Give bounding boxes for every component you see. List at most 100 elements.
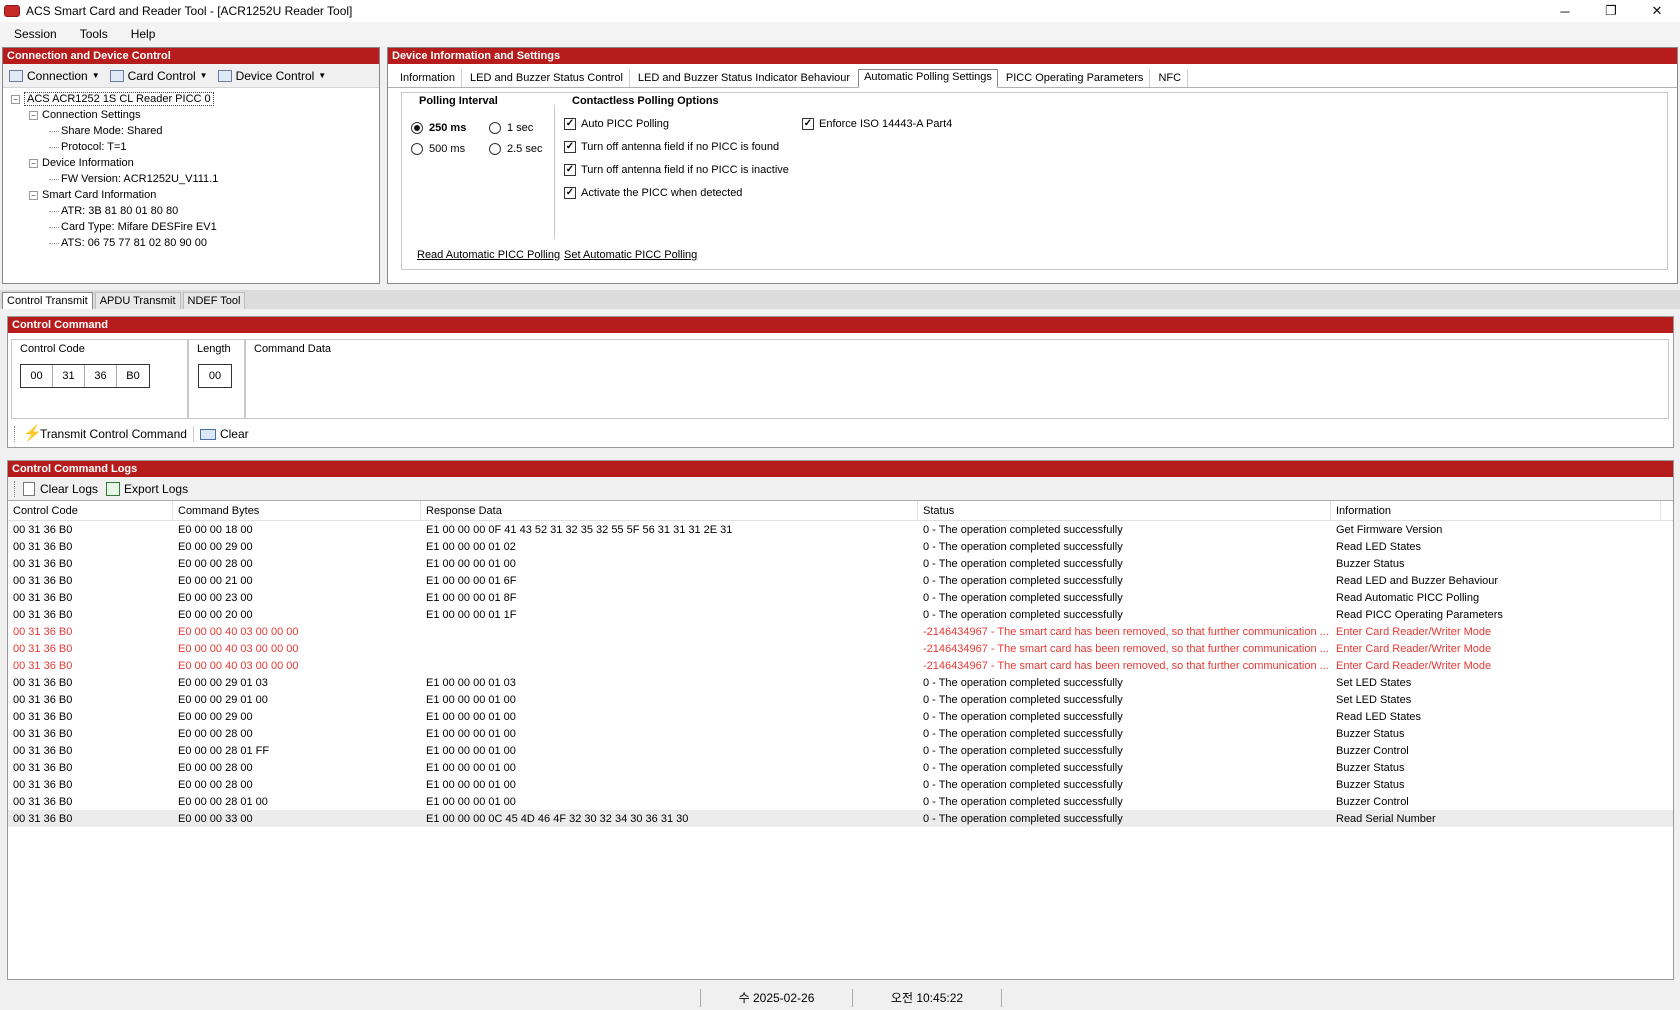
command-bytes-cell: E0 00 00 18 00 (178, 523, 253, 536)
tab-apdu-transmit[interactable]: APDU Transmit (94, 292, 181, 309)
column-header[interactable]: Status (918, 500, 1331, 521)
tab-control-transmit[interactable]: Control Transmit (2, 292, 93, 309)
table-row[interactable]: 00 31 36 B0 E0 00 00 33 00 E1 00 00 00 0C … (8, 810, 1673, 827)
checkbox-label: Enforce ISO 14443-A Part4 (819, 118, 953, 130)
tree-node-atr[interactable]: ATR: 3B 81 80 01 80 80 (11, 203, 379, 219)
tab-ndef-tool[interactable]: NDEF Tool (182, 292, 246, 309)
control-command-header: Control Command (8, 317, 1673, 333)
close-button[interactable]: ✕ (1634, 0, 1680, 22)
column-header[interactable]: Information (1331, 500, 1661, 521)
tree-node-connection-settings[interactable]: − Connection Settings (11, 107, 379, 123)
control-code-input[interactable]: 00 31 36 B0 (20, 364, 150, 388)
control-code-byte-3[interactable]: 36 (85, 365, 117, 387)
tree-label: Share Mode: Shared (61, 125, 163, 137)
column-header[interactable]: Response Data (421, 500, 918, 521)
table-row[interactable]: 00 31 36 B0 E0 00 00 40 03 00 00 00 -21464… (8, 623, 1673, 640)
tree-node-reader[interactable]: − ACS ACR1252 1S CL Reader PICC 0 (11, 91, 379, 107)
collapse-icon[interactable]: − (29, 158, 38, 168)
transmit-control-command-button[interactable]: Transmit Control Command (40, 427, 187, 441)
table-row[interactable]: 00 31 36 B0 E0 00 00 28 01 00 E1 00 00 00 … (8, 793, 1673, 810)
column-header[interactable]: Control Code (8, 500, 173, 521)
table-row[interactable]: 00 31 36 B0 E0 00 00 28 00 E1 00 00 00 01 … (8, 759, 1673, 776)
radio-2-5sec[interactable]: 2.5 sec (489, 143, 542, 155)
tab-information[interactable]: Information (393, 69, 463, 87)
tree-node-device-information[interactable]: − Device Information (11, 155, 379, 171)
checkbox-activate-picc[interactable]: ✓ Activate the PICC when detected (564, 187, 742, 199)
information-cell: Set LED States (1336, 693, 1412, 706)
clear-button[interactable]: Clear (220, 427, 249, 441)
checkbox-antenna-no-picc-found[interactable]: ✓ Turn off antenna field if no PICC is f… (564, 141, 779, 153)
control-code-byte-4[interactable]: B0 (117, 365, 149, 387)
collapse-icon[interactable]: − (11, 94, 20, 104)
collapse-icon[interactable]: − (29, 110, 38, 120)
table-row[interactable]: 00 31 36 B0 E0 00 00 29 01 03 E1 00 00 00 … (8, 674, 1673, 691)
read-automatic-picc-polling-link[interactable]: Read Automatic PICC Polling (417, 249, 560, 261)
table-row[interactable]: 00 31 36 B0 E0 00 00 20 00 E1 00 00 00 01 … (8, 606, 1673, 623)
menu-session[interactable]: Session (5, 27, 66, 41)
checkbox-auto-picc-polling[interactable]: ✓ Auto PICC Polling (564, 118, 669, 130)
logs-table: Control Code Command Bytes Response Data… (8, 500, 1673, 827)
export-logs-button[interactable]: Export Logs (124, 482, 188, 496)
tab-nfc[interactable]: NFC (1151, 69, 1189, 87)
radio-label: 500 ms (429, 143, 466, 155)
status-cell: 0 - The operation completed successfully (923, 744, 1123, 757)
device-settings-panel: Device Information and Settings Informat… (387, 47, 1678, 284)
tree-node-card-type[interactable]: Card Type: Mifare DESFire EV1 (11, 219, 379, 235)
table-row[interactable]: 00 31 36 B0 E0 00 00 40 03 00 00 00 -21464… (8, 640, 1673, 657)
control-code-cell: 00 31 36 B0 (13, 557, 73, 570)
length-group: Length 00 (188, 339, 245, 419)
table-row[interactable]: 00 31 36 B0 E0 00 00 28 00 E1 00 00 00 01 … (8, 555, 1673, 572)
tab-picc-operating-parameters[interactable]: PICC Operating Parameters (999, 69, 1151, 87)
status-cell: 0 - The operation completed successfully (923, 795, 1123, 808)
tree-node-share-mode[interactable]: Share Mode: Shared (11, 123, 379, 139)
tree-node-smart-card-information[interactable]: − Smart Card Information (11, 187, 379, 203)
tab-automatic-polling-settings[interactable]: Automatic Polling Settings (858, 69, 998, 88)
radio-500ms[interactable]: 500 ms (411, 143, 465, 155)
table-row[interactable]: 00 31 36 B0 E0 00 00 23 00 E1 00 00 00 01 … (8, 589, 1673, 606)
radio-1sec[interactable]: 1 sec (489, 122, 533, 134)
card-control-dropdown[interactable]: Card Control ▼ (109, 69, 208, 83)
chevron-down-icon: ▼ (318, 71, 327, 80)
menu-tools[interactable]: Tools (71, 27, 117, 41)
table-row[interactable]: 00 31 36 B0 E0 00 00 29 00 E1 00 00 00 01 … (8, 708, 1673, 725)
status-cell: -2146434967 - The smart card has been re… (923, 625, 1329, 638)
command-bytes-cell: E0 00 00 40 03 00 00 00 (178, 659, 299, 672)
clear-logs-button[interactable]: Clear Logs (40, 482, 98, 496)
tree-node-ats[interactable]: ATS: 06 75 77 81 02 80 90 00 (11, 235, 379, 251)
table-row[interactable]: 00 31 36 B0 E0 00 00 18 00 E1 00 00 00 0F … (8, 521, 1673, 538)
radio-250ms[interactable]: 250 ms (411, 122, 466, 134)
chevron-down-icon: ▼ (91, 71, 100, 80)
table-row[interactable]: 00 31 36 B0 E0 00 00 40 03 00 00 00 -21464… (8, 657, 1673, 674)
tab-led-buzzer-status-control[interactable]: LED and Buzzer Status Control (463, 69, 630, 87)
checkbox-antenna-picc-inactive[interactable]: ✓ Turn off antenna field if no PICC is i… (564, 164, 789, 176)
menu-help[interactable]: Help (122, 27, 165, 41)
command-bytes-cell: E0 00 00 28 00 (178, 761, 253, 774)
set-automatic-picc-polling-link[interactable]: Set Automatic PICC Polling (564, 249, 697, 261)
command-data-group[interactable]: Command Data (245, 339, 1669, 419)
transmit-tabstrip: Control Transmit APDU Transmit NDEF Tool (0, 290, 1680, 309)
column-header[interactable]: Command Bytes (173, 500, 421, 521)
length-input[interactable]: 00 (198, 364, 232, 388)
checkbox-enforce-iso[interactable]: ✓ Enforce ISO 14443-A Part4 (802, 118, 952, 130)
table-row[interactable]: 00 31 36 B0 E0 00 00 29 01 00 E1 00 00 00 … (8, 691, 1673, 708)
table-row[interactable]: 00 31 36 B0 E0 00 00 21 00 E1 00 00 00 01 … (8, 572, 1673, 589)
device-control-dropdown[interactable]: Device Control ▼ (217, 69, 327, 83)
tree-connector (49, 178, 59, 180)
control-code-byte-1[interactable]: 00 (21, 365, 53, 387)
control-command-panel: Control Command Control Code 00 31 36 B0… (7, 316, 1674, 448)
control-command-logs-panel: Control Command Logs Clear Logs Export L… (7, 460, 1674, 980)
table-row[interactable]: 00 31 36 B0 E0 00 00 28 00 E1 00 00 00 01 … (8, 776, 1673, 793)
table-row[interactable]: 00 31 36 B0 E0 00 00 28 01 FF E1 00 00 00 … (8, 742, 1673, 759)
tree-node-fw-version[interactable]: FW Version: ACR1252U_V111.1 (11, 171, 379, 187)
table-row[interactable]: 00 31 36 B0 E0 00 00 28 00 E1 00 00 00 01 … (8, 725, 1673, 742)
tree-node-protocol[interactable]: Protocol: T=1 (11, 139, 379, 155)
minimize-button[interactable]: ─ (1542, 0, 1588, 22)
information-cell: Enter Card Reader/Writer Mode (1336, 625, 1492, 638)
export-icon (106, 481, 121, 496)
table-row[interactable]: 00 31 36 B0 E0 00 00 29 00 E1 00 00 00 01 … (8, 538, 1673, 555)
tab-led-buzzer-indicator-behaviour[interactable]: LED and Buzzer Status Indicator Behaviou… (631, 69, 857, 87)
connection-dropdown[interactable]: Connection ▼ (9, 69, 100, 83)
control-code-byte-2[interactable]: 31 (53, 365, 85, 387)
restore-button[interactable]: ❐ (1588, 0, 1634, 22)
collapse-icon[interactable]: − (29, 190, 38, 200)
